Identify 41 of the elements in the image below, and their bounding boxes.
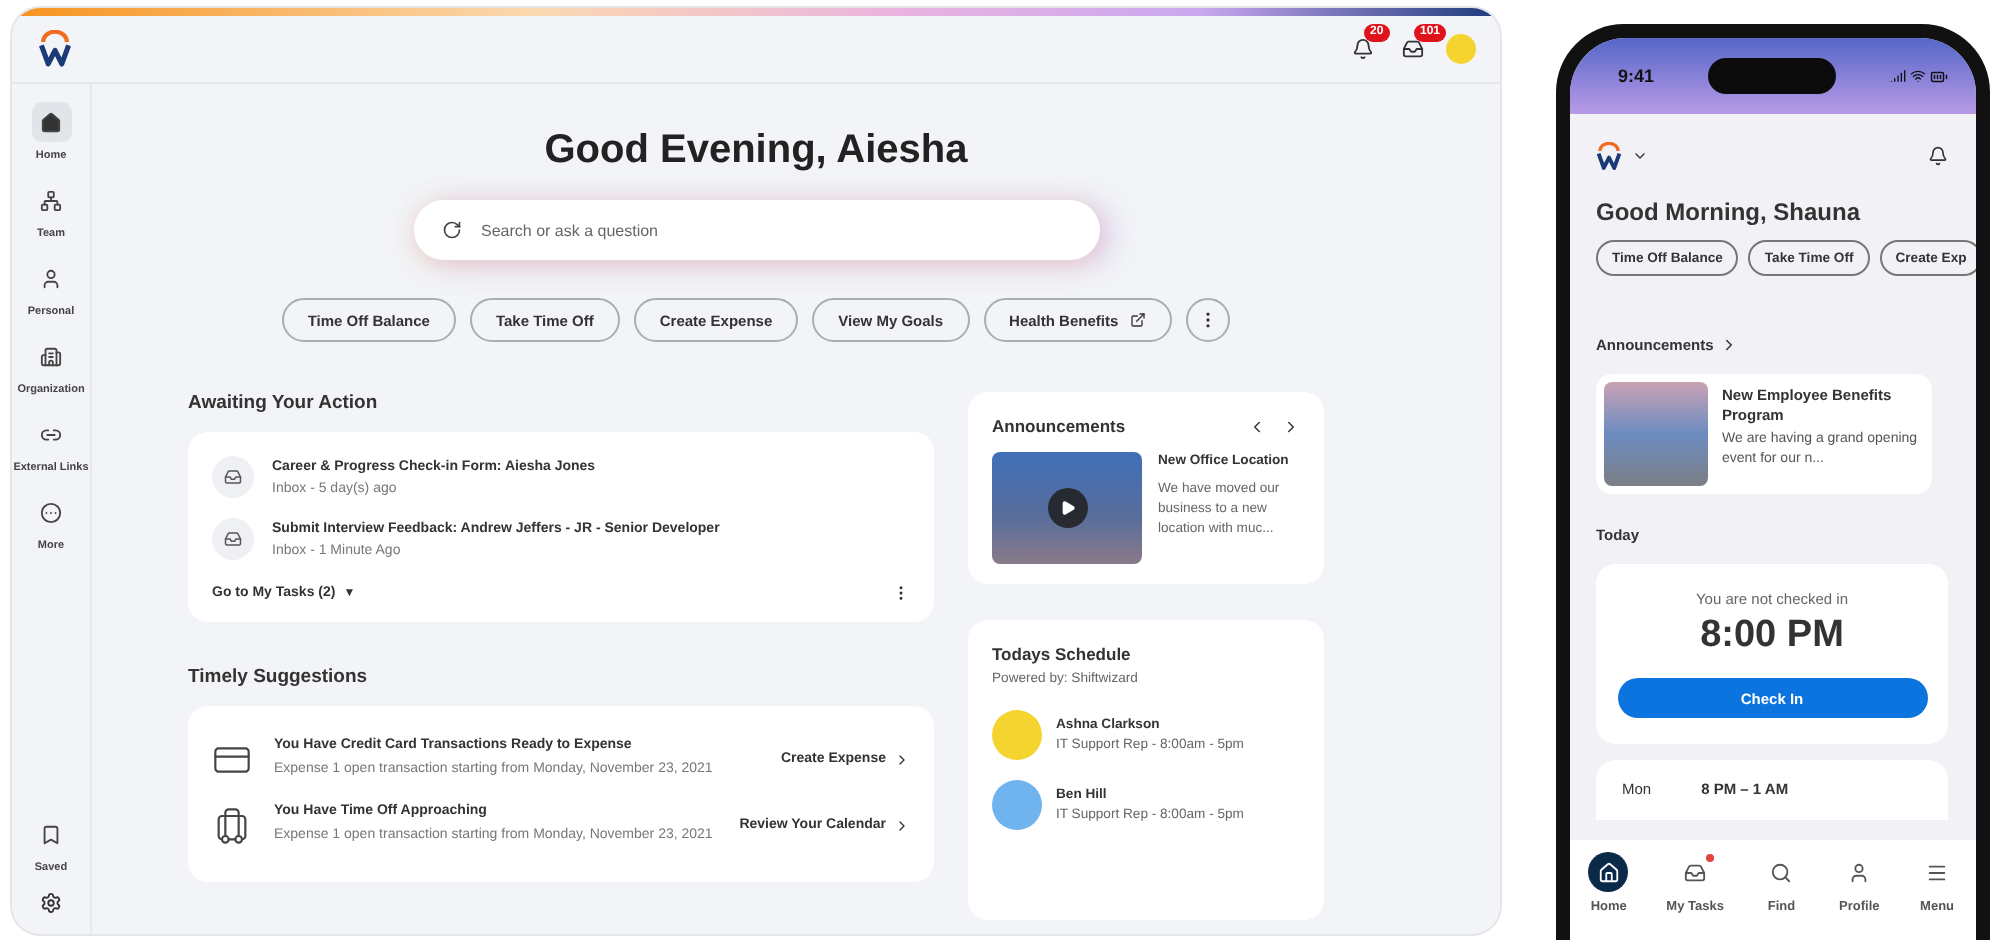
search-field[interactable]: Search or ask a question bbox=[413, 200, 1099, 260]
search-icon bbox=[1770, 861, 1793, 883]
menu-icon bbox=[1926, 861, 1949, 883]
inbox-icon bbox=[1684, 861, 1707, 883]
ask-icon bbox=[441, 220, 461, 240]
bell-icon[interactable] bbox=[1352, 38, 1374, 60]
team-icon bbox=[40, 189, 62, 211]
inbox-icon[interactable] bbox=[1402, 38, 1424, 60]
home-icon bbox=[40, 111, 62, 133]
section-title: Timely Suggestions bbox=[188, 666, 370, 688]
camera-island bbox=[1708, 58, 1836, 94]
logo-icon bbox=[1596, 142, 1622, 171]
inbox-icon bbox=[212, 456, 254, 498]
external-link-icon bbox=[1130, 312, 1147, 328]
more-icon bbox=[40, 501, 62, 523]
card-title: Announcements bbox=[992, 416, 1126, 436]
person-icon bbox=[1848, 861, 1871, 883]
home-icon bbox=[1597, 861, 1620, 883]
section-title: Awaiting Your Action bbox=[188, 392, 380, 414]
previous-icon[interactable] bbox=[1248, 417, 1266, 435]
play-icon bbox=[1059, 500, 1075, 516]
building-icon bbox=[40, 345, 62, 367]
chevron-icon bbox=[894, 751, 910, 767]
photo-placeholder bbox=[1604, 382, 1708, 487]
status-icons bbox=[1889, 67, 1948, 85]
card-title: Todays Schedule bbox=[992, 644, 1133, 664]
greeting: Good Morning, Shauna bbox=[1596, 198, 1863, 227]
bell-icon[interactable] bbox=[1928, 146, 1948, 167]
person-icon bbox=[39, 267, 62, 289]
shift-time: 8:00 PM bbox=[1700, 614, 1844, 659]
status-time: 9:41 bbox=[1618, 66, 1655, 86]
inbox-icon bbox=[212, 518, 254, 560]
logo-icon bbox=[38, 30, 72, 68]
luggage-icon bbox=[212, 805, 252, 845]
video-placeholder[interactable] bbox=[992, 452, 1142, 564]
next-icon[interactable] bbox=[1282, 417, 1300, 435]
play-button[interactable] bbox=[1047, 488, 1087, 528]
settings-icon[interactable] bbox=[40, 892, 62, 914]
greeting: Good Evening, Aiesha bbox=[544, 128, 968, 174]
bookmark-icon bbox=[40, 823, 62, 845]
chevron-icon bbox=[894, 817, 910, 833]
